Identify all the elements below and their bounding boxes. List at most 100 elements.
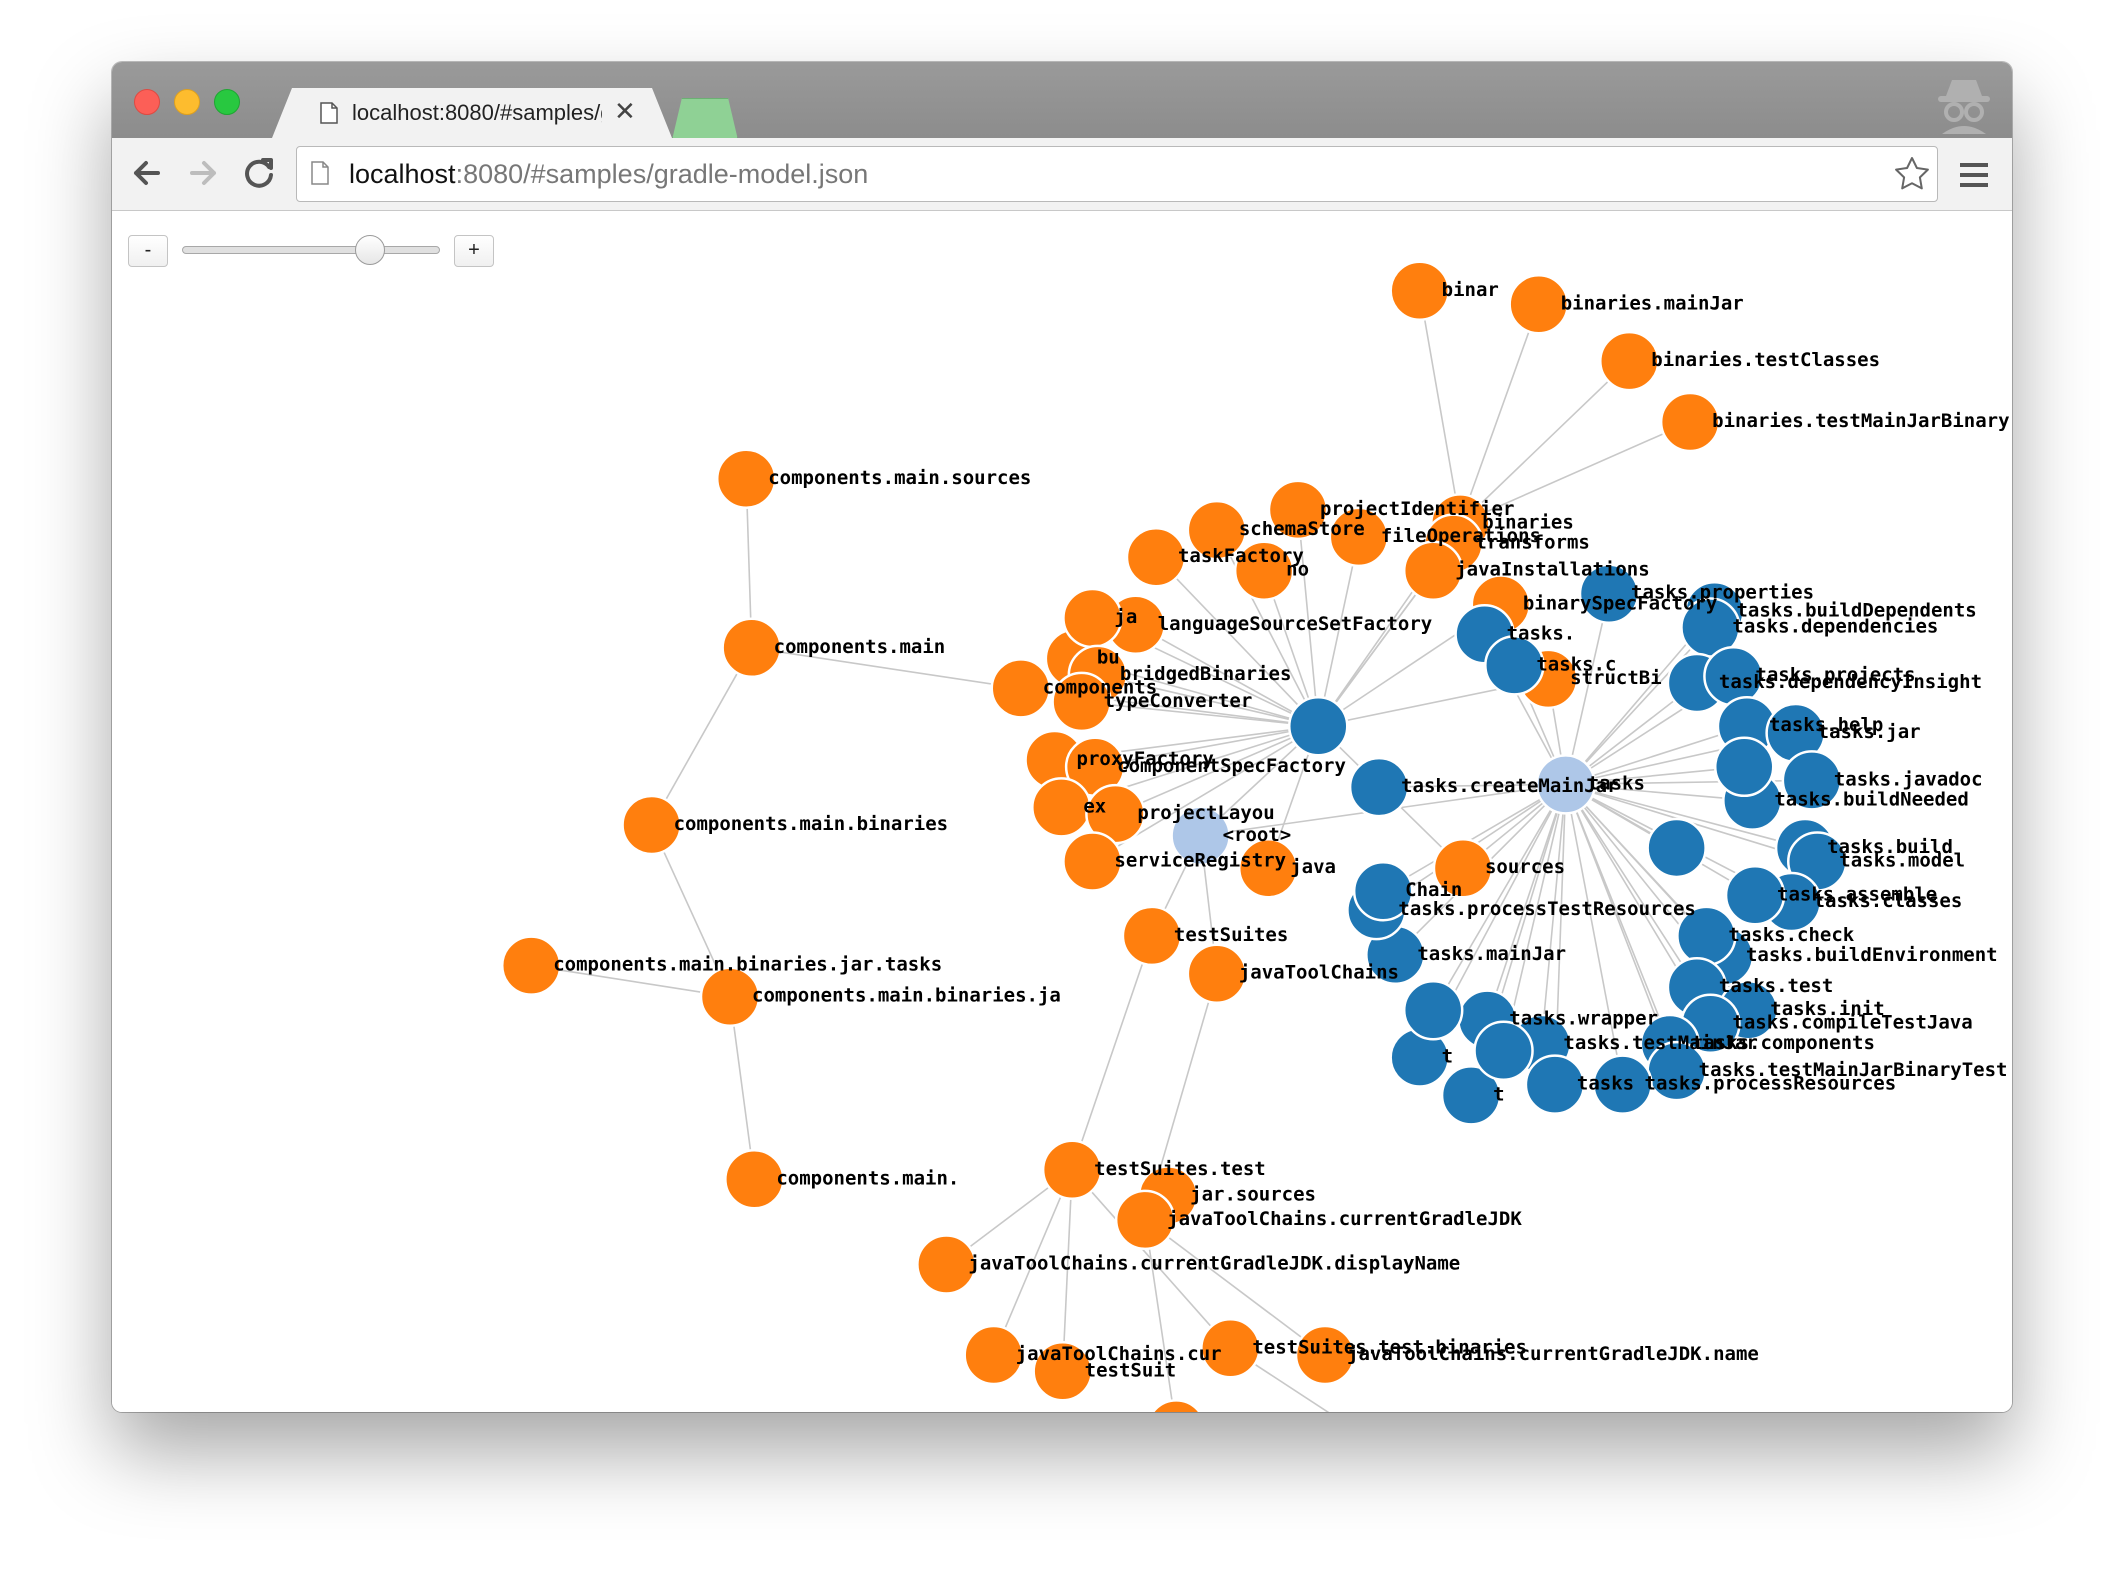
graph-node[interactable] <box>1484 635 1545 696</box>
graph-node[interactable] <box>1062 587 1123 649</box>
node-label: javaToolChains.currentGradleJDK.name <box>1347 1343 1759 1365</box>
graph-node[interactable] <box>1389 260 1450 322</box>
node-label: taskFactory <box>1178 545 1304 567</box>
node-label: languageSourceSetFactory <box>1158 613 1433 635</box>
graph-node[interactable] <box>1659 391 1721 453</box>
star-icon[interactable] <box>1893 155 1931 193</box>
zoom-slider-handle[interactable] <box>354 235 385 265</box>
node-label: testSuit <box>1085 1359 1177 1381</box>
graph-node[interactable] <box>1402 540 1464 601</box>
zoom-slider[interactable] <box>182 246 440 254</box>
node-label: ex <box>1083 795 1106 817</box>
graph-node[interactable] <box>1288 695 1349 757</box>
close-icon[interactable]: ✕ <box>614 96 636 127</box>
graph-node[interactable] <box>1125 526 1187 588</box>
graph-node[interactable] <box>699 966 761 1027</box>
graph-edge <box>1418 290 1462 524</box>
graph-node[interactable] <box>1062 831 1123 892</box>
node-label: binar <box>1442 279 1499 301</box>
node-label: binaries.testMainJarBinary <box>1712 410 2009 432</box>
minimize-window-button[interactable] <box>174 89 200 115</box>
node-label: tasks.projects <box>1755 664 1915 686</box>
menu-icon[interactable] <box>1958 160 1990 190</box>
node-label: tasks.dependencies <box>1732 616 1938 638</box>
node-label: t <box>1493 1083 1504 1105</box>
graph-node[interactable] <box>500 935 562 996</box>
node-label: tasks.buildNeeded <box>1774 789 1968 811</box>
node-label: projectLayou <box>1137 802 1274 824</box>
graph-edge <box>650 647 753 826</box>
node-label: tasks.javadoc <box>1834 768 1983 790</box>
node-label: tasks.createMainJar <box>1401 775 1618 797</box>
node-label: tasks.mainJar <box>1417 943 1566 965</box>
node-label: bu <box>1097 647 1120 669</box>
back-arrow-icon[interactable] <box>124 150 170 196</box>
node-label: testSuites.test <box>1094 1158 1266 1180</box>
address-bar[interactable]: localhost:8080/#samples/gradle-model.jso… <box>296 146 1938 202</box>
node-label: tasks.check <box>1728 924 1854 946</box>
node-label: tasks.c <box>1536 653 1616 675</box>
node-label: sources <box>1485 856 1565 878</box>
graph-edge <box>1071 935 1153 1171</box>
node-label: components.main.binaries <box>674 813 949 835</box>
node-label: components.main <box>774 636 946 658</box>
graph-node[interactable] <box>1031 777 1092 838</box>
graph-node[interactable] <box>621 794 682 856</box>
graph-edge <box>1459 304 1540 524</box>
graph-node[interactable] <box>1473 1020 1534 1082</box>
browser-window: localhost:8080/#samples/gradle-model.jso… <box>112 62 2012 1412</box>
address-path: :8080/#samples/gradle-model.json <box>455 159 869 189</box>
graph-node[interactable] <box>1524 1054 1586 1115</box>
node-label: binaries.testClasses <box>1651 349 1880 371</box>
graph-node[interactable] <box>1147 1399 1205 1412</box>
page-content: <root> tasks components.main components.mai… <box>112 211 2012 1412</box>
zoom-window-button[interactable] <box>214 89 240 115</box>
reload-icon[interactable] <box>236 150 282 196</box>
node-label: t <box>1442 1046 1453 1068</box>
node-label: Chain <box>1405 879 1462 901</box>
node-label: javaInstallations <box>1455 559 1649 581</box>
graph-node[interactable] <box>1114 1189 1176 1251</box>
graph-node[interactable] <box>1646 817 1707 879</box>
title-bar: localhost:8080/#samples/gradle-model.jso… <box>112 62 2012 140</box>
graph-node[interactable] <box>1508 274 1569 335</box>
node-label: <root> <box>1223 824 1292 846</box>
node-label: tasks.processTestResources <box>1398 898 1695 920</box>
node-label: typeConverter <box>1104 690 1253 712</box>
node-label: tasks.compileTestJava <box>1732 1012 1972 1034</box>
graph-node[interactable] <box>1041 1139 1103 1201</box>
node-label: ja <box>1114 606 1137 628</box>
node-label: tasks.testMainJar <box>1563 1032 1757 1054</box>
graph-node[interactable] <box>1599 330 1660 392</box>
node-label: javaToolChains <box>1239 962 1399 984</box>
node-label: componentSpecFactory <box>1117 755 1346 777</box>
graph-nodes: <root> tasks components.main components.mai… <box>500 260 2010 1412</box>
node-label: tasks.buildEnvironment <box>1746 944 1998 966</box>
tab-title: localhost:8080/#samples/gradle-model.jso… <box>352 100 602 125</box>
graph-node[interactable] <box>1348 756 1410 818</box>
graph-node[interactable] <box>715 448 777 510</box>
new-tab-button[interactable] <box>672 98 738 140</box>
node-label: tasks.test <box>1719 975 1833 997</box>
incognito-icon <box>1938 80 1990 134</box>
graph-node[interactable] <box>1402 979 1464 1041</box>
graph-node[interactable] <box>1186 943 1248 1004</box>
graph-node[interactable] <box>916 1234 977 1295</box>
node-label: testSuites <box>1174 924 1288 946</box>
graph-node[interactable] <box>721 617 782 679</box>
zoom-out-button[interactable]: - <box>128 235 168 267</box>
node-label: javaToolChains.currentGradleJDK <box>1167 1208 1522 1230</box>
zoom-in-button[interactable]: + <box>454 235 494 267</box>
graph-node[interactable] <box>1121 905 1183 967</box>
forward-arrow-icon[interactable] <box>180 150 226 196</box>
browser-tab[interactable]: localhost:8080/#samples/gradle-model.jso… <box>272 88 672 138</box>
node-label: tasks <box>1577 1073 1634 1095</box>
force-graph[interactable]: <root> tasks components.main components.mai… <box>112 211 2012 1412</box>
graph-node[interactable] <box>1713 736 1775 798</box>
graph-node[interactable] <box>990 658 1052 719</box>
graph-node[interactable] <box>963 1324 1024 1386</box>
node-label: tasks.wrapper <box>1509 1008 1658 1030</box>
graph-node[interactable] <box>1724 865 1786 926</box>
graph-node[interactable] <box>724 1149 785 1210</box>
close-window-button[interactable] <box>134 89 160 115</box>
